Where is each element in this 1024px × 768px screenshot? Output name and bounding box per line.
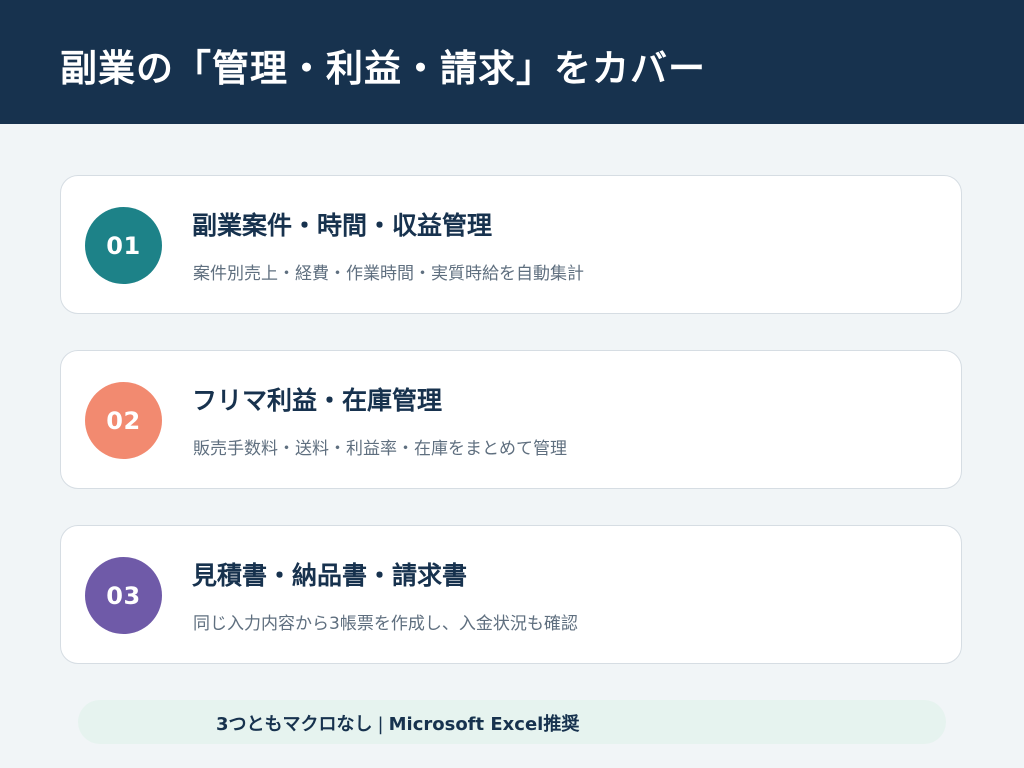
footer-text: 3つともマクロなし | Microsoft Excel推奨 bbox=[216, 710, 579, 736]
feature-title-3: 見積書・納品書・請求書 bbox=[192, 561, 468, 590]
page-title: 副業の「管理・利益・請求」をカバー bbox=[60, 47, 706, 90]
footer-excel-label: Microsoft Excel推奨 bbox=[388, 714, 580, 735]
footer-note: 3つともマクロなし | Microsoft Excel推奨 bbox=[78, 700, 946, 744]
feature-title-1: 副業案件・時間・収益管理 bbox=[192, 211, 493, 240]
feature-card-2: 02 フリマ利益・在庫管理 販売手数料・送料・利益率・在庫をまとめて管理 bbox=[60, 350, 962, 489]
feature-card-3: 03 見積書・納品書・請求書 同じ入力内容から3帳票を作成し、入金状況も確認 bbox=[60, 525, 962, 664]
header-banner: 副業の「管理・利益・請求」をカバー bbox=[0, 0, 1024, 124]
number-badge-1: 01 bbox=[85, 207, 162, 284]
feature-description-3: 同じ入力内容から3帳票を作成し、入金状況も確認 bbox=[193, 614, 578, 634]
footer-no-macro-label: 3つともマクロなし bbox=[216, 714, 373, 735]
feature-card-1: 01 副業案件・時間・収益管理 案件別売上・経費・作業時間・実質時給を自動集計 bbox=[60, 175, 962, 314]
feature-description-1: 案件別売上・経費・作業時間・実質時給を自動集計 bbox=[193, 264, 584, 284]
feature-title-2: フリマ利益・在庫管理 bbox=[192, 386, 443, 415]
footer-separator: | bbox=[377, 714, 384, 735]
number-badge-2: 02 bbox=[85, 382, 162, 459]
feature-description-2: 販売手数料・送料・利益率・在庫をまとめて管理 bbox=[193, 439, 567, 459]
number-badge-3: 03 bbox=[85, 557, 162, 634]
